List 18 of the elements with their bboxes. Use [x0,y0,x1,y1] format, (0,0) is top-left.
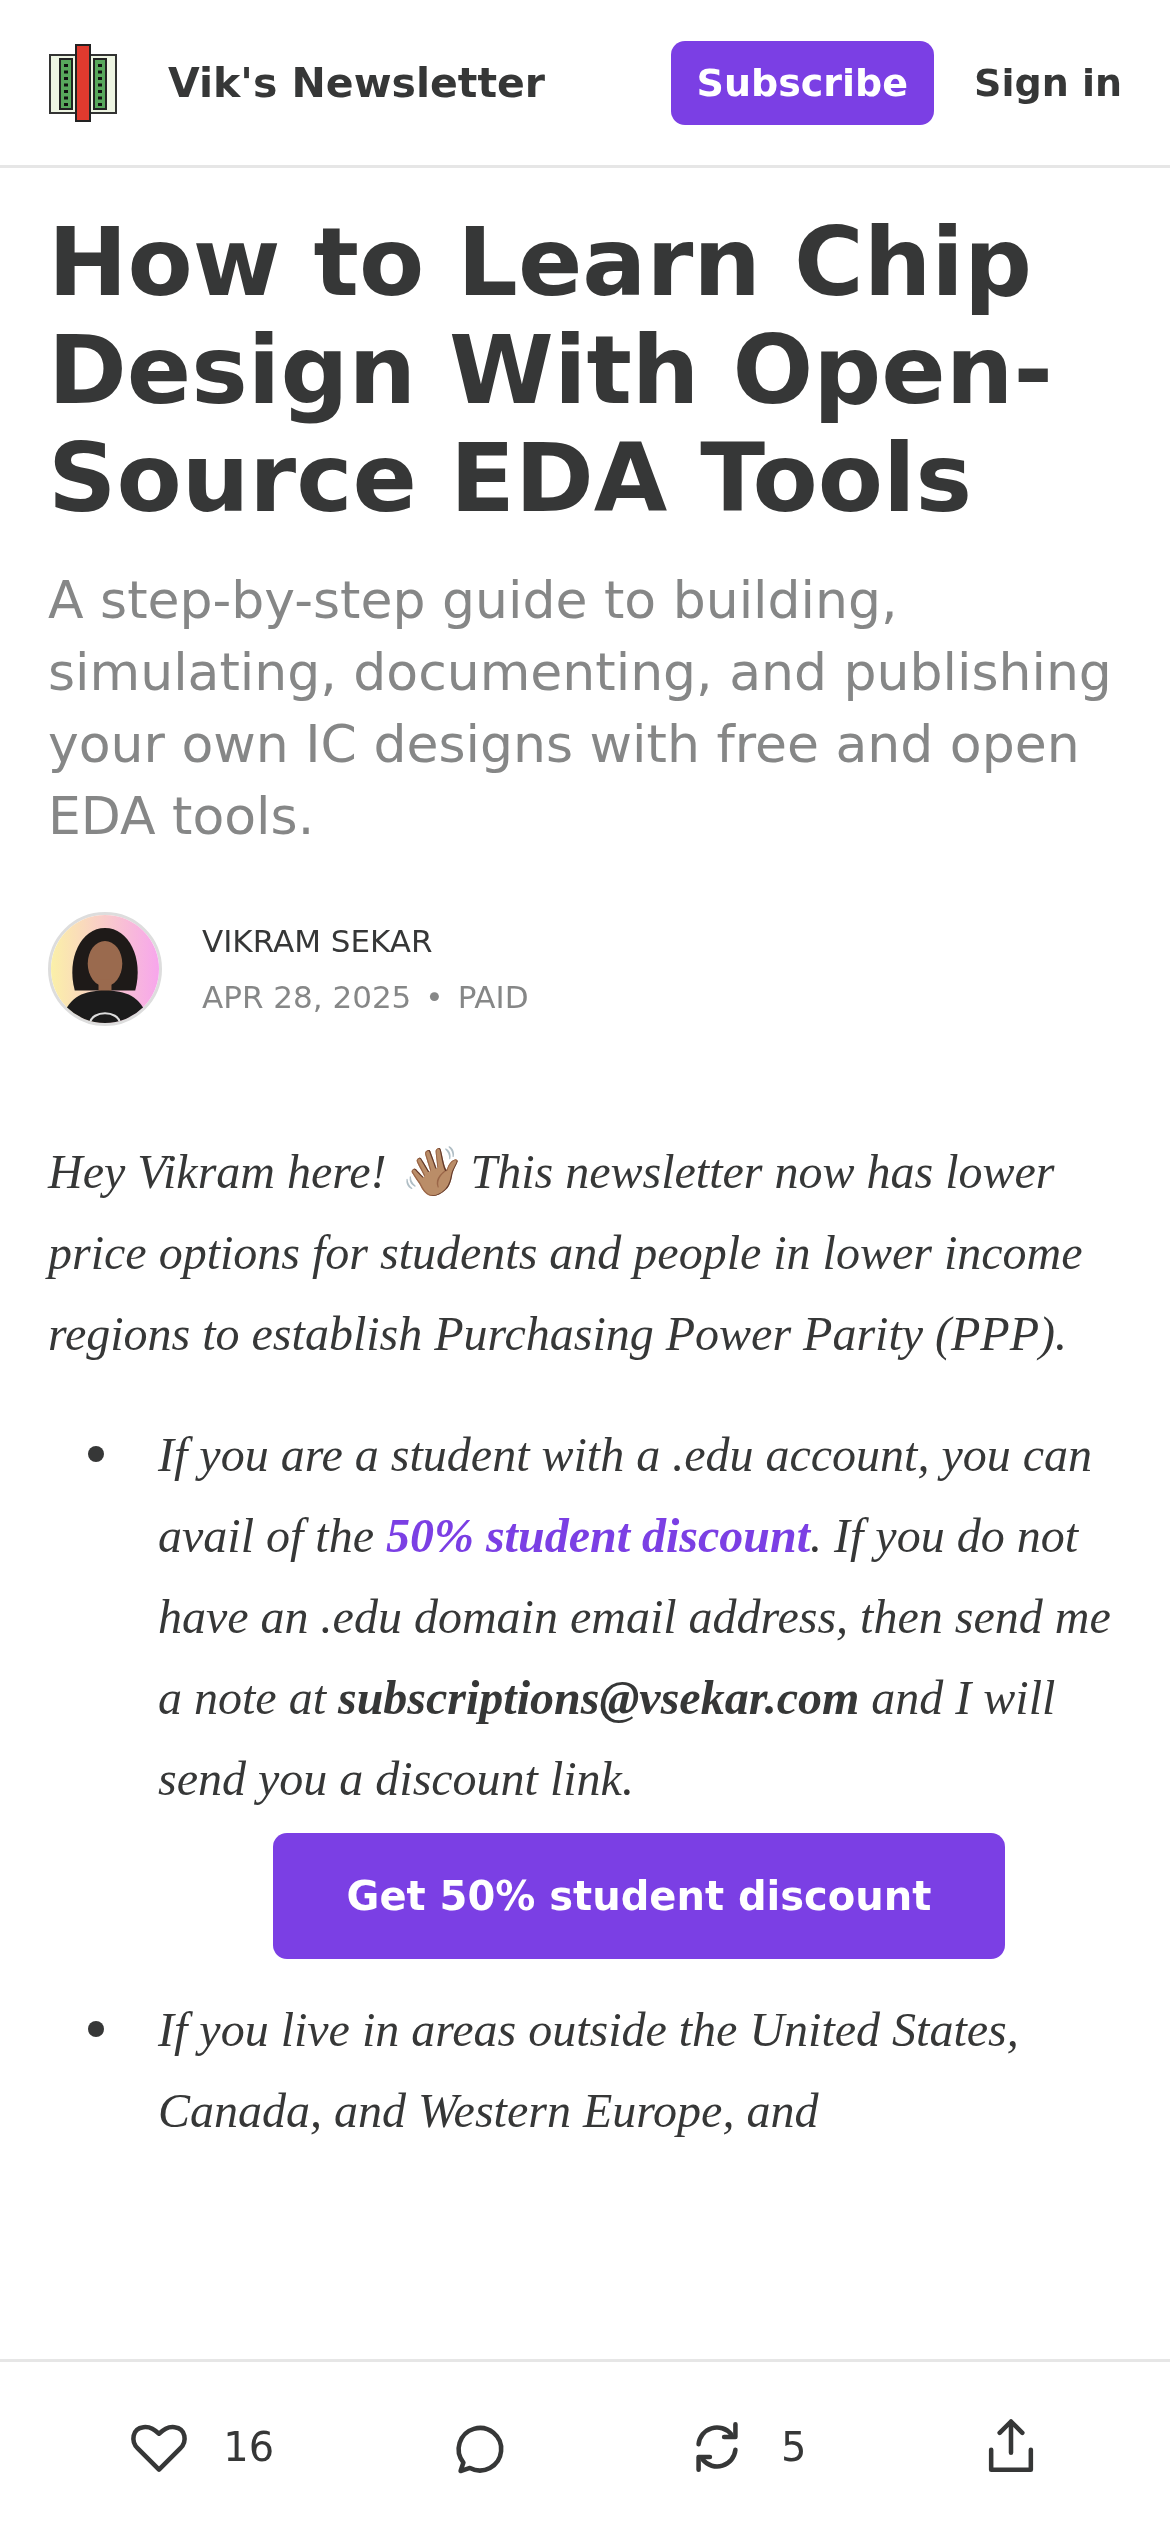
sign-in-link[interactable]: Sign in [974,60,1122,105]
post-title: How to Learn Chip Design With Open-Source EDA Tools [48,208,1054,532]
access-label: PAID [457,979,529,1015]
restack-button[interactable]: 5 [682,2413,807,2481]
post-subtitle: A step-by-step guide to building, simulating, documenting, and publishing your own IC designs with free and open EDA tools. [48,569,1113,848]
newsletter-title[interactable]: Vik's Newsletter [168,58,671,107]
bullet-icon [88,2021,104,2037]
bullet-icon [88,1446,104,1462]
bullet-text: If you are a student with a .edu account, you can avail of the 50% student discount. If you do not have an .edu domain email address, then send me a note at subscriptions@vsekar.com and I will send you a discount link. [158,1427,1112,1807]
separator-dot: • [425,979,444,1015]
like-button[interactable]: 16 [125,2413,275,2481]
discount-link[interactable]: 50% student discount [385,1509,811,1562]
author-name[interactable]: VIKRAM SEKAR [202,923,529,959]
post-date: APR 28, 2025 [202,979,412,1015]
subscribe-button[interactable]: Subscribe [670,40,935,125]
discount-button[interactable]: Get 50% student discount [273,1833,1005,1959]
bullet-text: If you live in areas outside the United States, Canada, and Western Europe, and [158,2002,1020,2139]
logo-icon[interactable] [48,42,118,123]
